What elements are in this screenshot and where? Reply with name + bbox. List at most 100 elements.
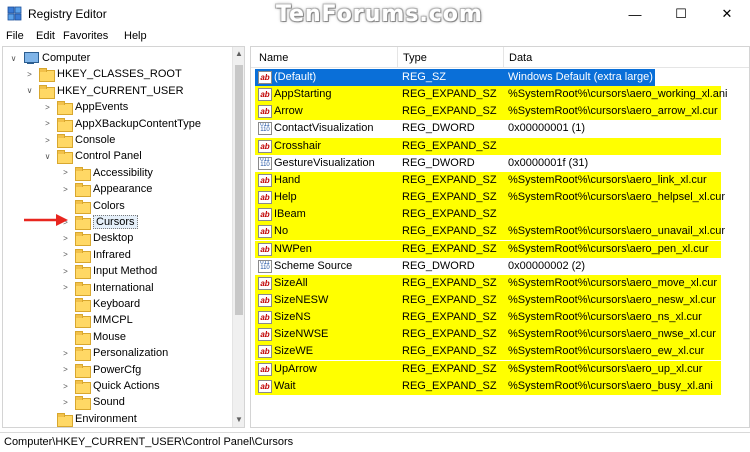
tree-item[interactable]: > Accessibility: [61, 165, 153, 181]
table-row[interactable]: 011 110 Scheme Source REG_DWORD 0x00000002 (…: [251, 258, 749, 275]
tree-item[interactable]: MMCPL: [61, 312, 133, 329]
string-value-icon: ab: [258, 362, 272, 376]
key-tree[interactable]: ▲ ▼ ∨ Computer > HKEY_CLASSES_ROOT ∨ HKEY_CUR…: [2, 46, 245, 428]
table-row[interactable]: ab AppStarting REG_EXPAND_SZ %SystemRoot%\c…: [251, 86, 749, 104]
tree-item[interactable]: > AppXBackupContentType: [43, 116, 201, 132]
maximize-button[interactable]: ☐: [658, 0, 704, 28]
chevron-right-icon[interactable]: >: [61, 185, 70, 194]
tree-item[interactable]: Mouse: [61, 329, 126, 345]
chevron-right-icon[interactable]: >: [61, 283, 70, 292]
tree-item[interactable]: > AppEvents: [43, 99, 128, 116]
scroll-down-icon[interactable]: ▼: [234, 415, 244, 424]
column-header-name[interactable]: Name: [259, 52, 288, 64]
table-row[interactable]: ab Wait REG_EXPAND_SZ %SystemRoot%\cursors\…: [251, 377, 749, 395]
folder-icon: [75, 199, 91, 214]
scrollbar-thumb[interactable]: [235, 65, 243, 315]
table-row[interactable]: 011 110 GestureVisualization REG_DWORD 0x000…: [251, 155, 749, 172]
tree-item[interactable]: ∨ HKEY_CURRENT_USER: [25, 83, 184, 99]
folder-icon: [57, 412, 73, 427]
status-path: Computer\HKEY_CURRENT_USER\Control Panel…: [4, 436, 294, 448]
maximize-icon: ☐: [675, 6, 687, 21]
chevron-right-icon[interactable]: >: [61, 365, 70, 374]
column-header-data[interactable]: Data: [509, 52, 532, 64]
watermark: TenForums.com: [276, 2, 483, 27]
menu-edit[interactable]: Edit: [36, 30, 55, 42]
tree-item-label: HKEY_CLASSES_ROOT: [57, 68, 182, 81]
tree-item[interactable]: > Personalization: [61, 345, 168, 362]
tree-item-label: HKEY_CURRENT_USER: [57, 84, 184, 97]
table-row[interactable]: ab No REG_EXPAND_SZ %SystemRoot%\cursors\ae…: [251, 223, 749, 241]
chevron-down-icon[interactable]: ∨: [25, 86, 34, 95]
close-button[interactable]: ✕: [704, 0, 750, 28]
minimize-button[interactable]: —: [612, 0, 658, 28]
table-row[interactable]: ab UpArrow REG_EXPAND_SZ %SystemRoot%\curso…: [251, 360, 749, 378]
tree-item[interactable]: > Appearance: [61, 181, 152, 198]
folder-icon: [75, 232, 91, 247]
tree-item[interactable]: ∨ Computer: [9, 50, 90, 66]
tree-item[interactable]: > Sound: [61, 394, 125, 411]
menu-file[interactable]: File: [6, 30, 24, 42]
values-list[interactable]: Name Type Data ab (Default) REG_SZ Windows …: [250, 46, 750, 428]
tree-item[interactable]: > Infrared: [61, 247, 131, 263]
chevron-right-icon[interactable]: >: [43, 119, 52, 128]
no-expander: [43, 414, 52, 423]
table-row[interactable]: ab NWPen REG_EXPAND_SZ %SystemRoot%\cursors…: [251, 240, 749, 258]
binary-value-icon: 011 110: [258, 122, 272, 136]
tree-item[interactable]: > Quick Actions: [61, 378, 160, 394]
tree-item[interactable]: > PowerCfg: [61, 362, 141, 378]
tree-item[interactable]: ∨ Control Panel: [43, 148, 142, 165]
chevron-down-icon[interactable]: ∨: [43, 152, 52, 161]
table-row[interactable]: ab SizeNWSE REG_EXPAND_SZ %SystemRoot%\curs…: [251, 326, 749, 344]
column-header-type[interactable]: Type: [403, 52, 427, 64]
chevron-right-icon[interactable]: >: [61, 398, 70, 407]
tree-item-label: Cursors: [93, 215, 138, 229]
table-row[interactable]: ab Crosshair REG_EXPAND_SZ: [251, 137, 749, 155]
tree-item[interactable]: Colors: [61, 198, 125, 214]
chevron-right-icon[interactable]: >: [61, 349, 70, 358]
chevron-right-icon[interactable]: >: [61, 250, 70, 259]
chevron-right-icon[interactable]: >: [61, 168, 70, 177]
tree-item[interactable]: > Cursors: [61, 214, 138, 230]
value-type: REG_EXPAND_SZ: [402, 88, 497, 101]
chevron-right-icon[interactable]: >: [61, 234, 70, 243]
chevron-right-icon[interactable]: >: [25, 70, 34, 79]
value-type: REG_EXPAND_SZ: [402, 139, 497, 152]
table-row[interactable]: 011 110 ContactVisualization REG_DWORD 0x000…: [251, 120, 749, 137]
chevron-right-icon[interactable]: >: [61, 382, 70, 391]
value-name: Crosshair: [274, 139, 322, 152]
scroll-up-icon[interactable]: ▲: [234, 49, 244, 58]
tree-item[interactable]: > Console: [43, 132, 115, 148]
table-row[interactable]: ab Help REG_EXPAND_SZ %SystemRoot%\cursors\…: [251, 189, 749, 207]
string-value-icon: ab: [258, 208, 272, 222]
chevron-right-icon[interactable]: >: [61, 267, 70, 276]
tree-item-label: Infrared: [93, 248, 131, 261]
tree-item[interactable]: > HKEY_CLASSES_ROOT: [25, 66, 182, 83]
column-divider[interactable]: [397, 47, 398, 68]
tree-item-label: Control Panel: [75, 150, 142, 163]
chevron-right-icon[interactable]: >: [43, 136, 52, 145]
chevron-down-icon[interactable]: ∨: [9, 54, 18, 63]
tree-item[interactable]: > Desktop: [61, 230, 133, 247]
menu-favorites[interactable]: Favorites: [63, 30, 108, 42]
tree-item[interactable]: Environment: [43, 411, 137, 427]
table-row[interactable]: ab SizeAll REG_EXPAND_SZ %SystemRoot%\curso…: [251, 274, 749, 292]
no-expander: [61, 316, 70, 325]
tree-item-label: Sound: [93, 396, 125, 409]
title-bar[interactable]: Registry Editor TenForums.com — ☐ ✕: [0, 0, 750, 28]
tree-item[interactable]: > International: [61, 280, 154, 296]
table-row[interactable]: ab SizeWE REG_EXPAND_SZ %SystemRoot%\cursor…: [251, 343, 749, 361]
table-row[interactable]: ab (Default) REG_SZ Windows Default (extra …: [251, 69, 749, 86]
table-row[interactable]: ab Arrow REG_EXPAND_SZ %SystemRoot%\cursors…: [251, 103, 749, 121]
menu-help[interactable]: Help: [124, 30, 147, 42]
table-row[interactable]: ab SizeNS REG_EXPAND_SZ %SystemRoot%\cursor…: [251, 309, 749, 327]
value-data: %SystemRoot%\cursors\aero_move_xl.cur: [508, 276, 718, 289]
tree-vertical-scrollbar[interactable]: ▲ ▼: [232, 47, 244, 427]
tree-item[interactable]: Keyboard: [61, 296, 140, 312]
tree-item-label: Colors: [93, 199, 125, 212]
table-row[interactable]: ab SizeNESW REG_EXPAND_SZ %SystemRoot%\curs…: [251, 291, 749, 309]
column-divider[interactable]: [503, 47, 504, 68]
tree-item[interactable]: > Input Method: [61, 263, 157, 280]
chevron-right-icon[interactable]: >: [43, 103, 52, 112]
table-row[interactable]: ab IBeam REG_EXPAND_SZ: [251, 206, 749, 224]
table-row[interactable]: ab Hand REG_EXPAND_SZ %SystemRoot%\cursors\…: [251, 171, 749, 189]
